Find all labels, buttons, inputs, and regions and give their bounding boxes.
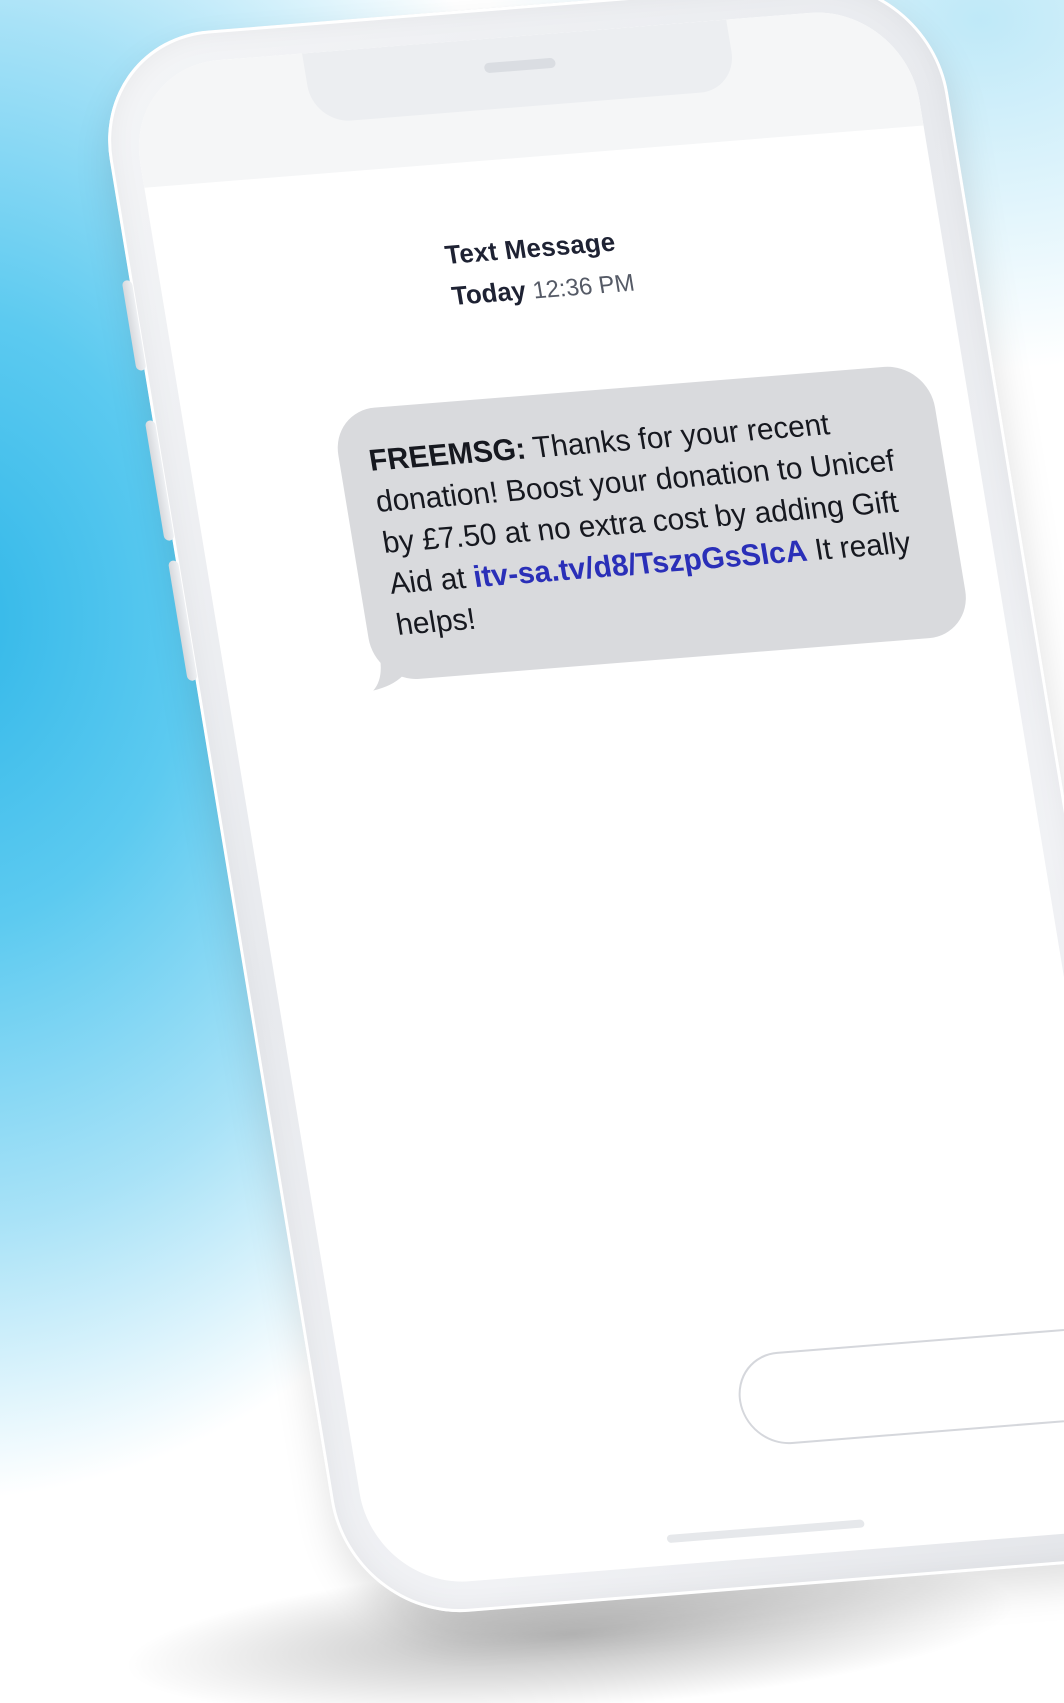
conversation-header: Text Message Today 12:36 PM bbox=[443, 225, 637, 312]
phone-screen: Text Message Today 12:36 PM FREEMSG: Tha… bbox=[124, 5, 1064, 1589]
bubble-tail-icon bbox=[373, 647, 408, 691]
timestamp-time: 12:36 PM bbox=[530, 269, 637, 305]
message-bubble: FREEMSG: Thanks for your recent donation… bbox=[331, 363, 973, 691]
phone: Text Message Today 12:36 PM FREEMSG: Tha… bbox=[90, 0, 1064, 1622]
scene: Text Message Today 12:36 PM FREEMSG: Tha… bbox=[0, 0, 1064, 1703]
home-indicator bbox=[666, 1519, 865, 1544]
volume-up-button bbox=[144, 420, 175, 541]
ringer-switch bbox=[121, 280, 147, 371]
message-sender: FREEMSG: bbox=[366, 432, 529, 478]
conversation-title: Text Message bbox=[442, 226, 618, 270]
speaker-grille bbox=[483, 57, 557, 74]
timestamp-day: Today bbox=[449, 275, 529, 312]
volume-down-button bbox=[167, 560, 198, 682]
conversation-timestamp: Today 12:36 PM bbox=[450, 266, 637, 312]
message-input[interactable] bbox=[731, 1323, 1064, 1448]
